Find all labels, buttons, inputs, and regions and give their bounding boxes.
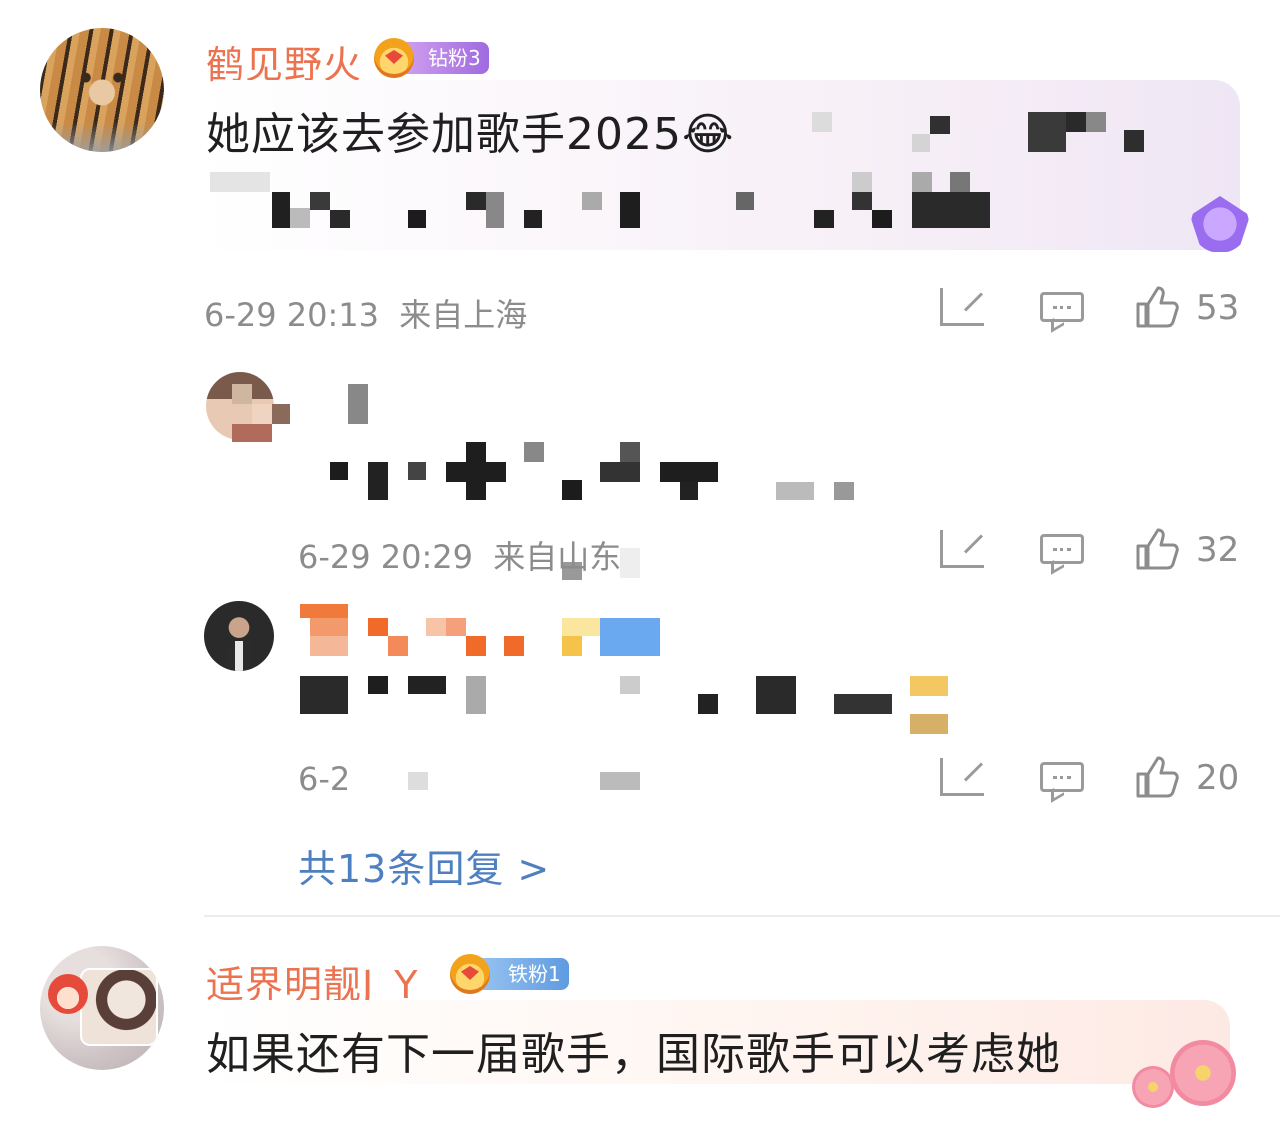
timestamp: 6-29 20:13 xyxy=(204,296,380,334)
comment-meta: 6-29 20:13 来自上海 xyxy=(204,290,527,336)
divider xyxy=(204,915,1280,917)
comment-text: 她应该去参加歌手2025😂 xyxy=(206,109,735,160)
flower-icon xyxy=(1170,1040,1236,1106)
badge-label: 钻粉3 xyxy=(428,46,481,70)
reply-meta: 6-29 20:29 来自山东 xyxy=(298,532,621,578)
share-icon[interactable] xyxy=(940,288,984,326)
comment-icon[interactable] xyxy=(1040,292,1084,322)
timestamp: 6-2 xyxy=(298,760,351,798)
badge-label: 铁粉1 xyxy=(508,962,561,986)
avatar[interactable] xyxy=(40,28,164,152)
comment-text: 如果还有下一届歌手，国际歌手可以考虑她 xyxy=(206,1029,1061,1080)
share-icon[interactable] xyxy=(940,530,984,568)
like-count: 53 xyxy=(1196,288,1240,328)
like-icon[interactable] xyxy=(1134,754,1179,798)
avatar-image xyxy=(80,968,158,1046)
location: 来自上海 xyxy=(399,296,528,334)
like-icon[interactable] xyxy=(1134,526,1179,570)
like-count: 20 xyxy=(1196,758,1240,798)
reply-avatar[interactable] xyxy=(204,601,274,671)
flower-icon xyxy=(1132,1066,1174,1108)
timestamp: 6-29 20:29 xyxy=(298,538,474,576)
more-replies-link[interactable]: 共13条回复 > xyxy=(298,838,550,893)
share-icon[interactable] xyxy=(940,758,984,796)
crown-badge-icon xyxy=(450,954,490,994)
location: 来自山东 xyxy=(493,538,622,576)
comment-icon[interactable] xyxy=(1040,762,1084,792)
reply-meta: 6-2 xyxy=(298,760,350,798)
avatar[interactable] xyxy=(40,946,164,1070)
like-count: 32 xyxy=(1196,530,1240,570)
tomato-sticker-icon xyxy=(48,974,88,1014)
like-icon[interactable] xyxy=(1134,284,1179,328)
crown-badge-icon xyxy=(374,38,414,78)
comment-icon[interactable] xyxy=(1040,534,1084,564)
